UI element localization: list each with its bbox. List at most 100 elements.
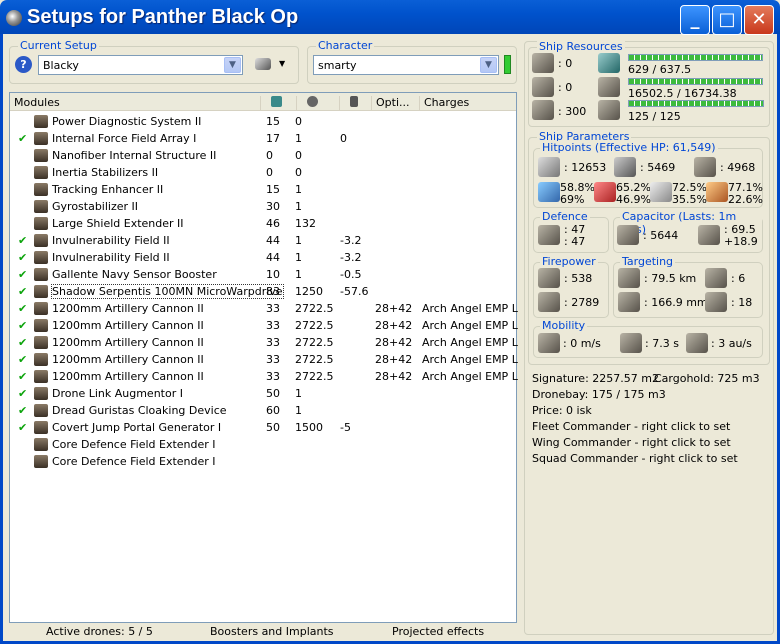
module-charge: Arch Angel EMP L xyxy=(422,336,518,349)
module-charge: Arch Angel EMP L xyxy=(422,353,518,366)
module-c2: 1 xyxy=(295,183,302,196)
character-label: Character xyxy=(316,39,375,52)
fleet-commander[interactable]: Fleet Commander - right click to set xyxy=(532,420,730,433)
module-c3: 0 xyxy=(340,132,347,145)
module-c1: 0 xyxy=(266,166,273,179)
module-c2: 1 xyxy=(295,200,302,213)
volley-icon xyxy=(538,292,560,312)
launcher-hardpoint-icon xyxy=(532,77,554,97)
active-check-icon[interactable]: ✔ xyxy=(18,132,27,145)
module-row[interactable]: ✔ Invulnerability Field II 44 1 -3.2 xyxy=(10,249,516,266)
module-opt: 28+42 xyxy=(375,302,413,315)
col-charges[interactable]: Charges xyxy=(419,96,516,110)
projected-effects-tab[interactable]: Projected effects xyxy=(392,625,484,641)
module-c1: 15 xyxy=(266,115,280,128)
active-check-icon[interactable]: ✔ xyxy=(18,336,27,349)
module-c1: 0 xyxy=(266,149,273,162)
explosive-armor-resist: 22.6% xyxy=(728,193,763,206)
active-check-icon[interactable]: ✔ xyxy=(18,251,27,264)
setup-menu-button[interactable]: ▼ xyxy=(255,57,287,73)
align-time: : 7.3 s xyxy=(645,337,679,350)
close-button[interactable]: ✕ xyxy=(744,5,774,35)
module-icon xyxy=(34,234,48,247)
module-name: Invulnerability Field II xyxy=(52,234,170,247)
module-c3: -5 xyxy=(340,421,351,434)
active-check-icon[interactable]: ✔ xyxy=(18,319,27,332)
active-check-icon[interactable]: ✔ xyxy=(18,404,27,417)
col-optimal[interactable]: Opti... xyxy=(371,96,419,110)
cpu-icon xyxy=(271,96,282,107)
module-c2: 1 xyxy=(295,387,302,400)
sensor-strength-icon xyxy=(705,292,727,312)
module-row[interactable]: ✔ 1200mm Artillery Cannon II 33 2722.5 28+42… xyxy=(10,300,518,317)
module-row[interactable]: ✔ Invulnerability Field II 44 1 -3.2 xyxy=(10,232,516,249)
module-icon xyxy=(34,132,48,145)
module-row[interactable]: ✔ 1200mm Artillery Cannon II 33 2722.5 28+42… xyxy=(10,351,518,368)
active-check-icon[interactable]: ✔ xyxy=(18,268,27,281)
module-row[interactable]: ✔ Dread Guristas Cloaking Device 60 1 xyxy=(10,402,516,419)
module-c1: 10 xyxy=(266,268,280,281)
module-row[interactable]: Tracking Enhancer II 15 1 xyxy=(10,181,516,198)
module-row[interactable]: ✔ Drone Link Augmentor I 50 1 xyxy=(10,385,516,402)
active-check-icon[interactable]: ✔ xyxy=(18,302,27,315)
col-power[interactable] xyxy=(296,96,339,110)
scan-resolution: : 166.9 mm xyxy=(644,296,708,309)
module-row[interactable]: ✔ 1200mm Artillery Cannon II 33 2722.5 28+42… xyxy=(10,368,518,385)
module-name: 1200mm Artillery Cannon II xyxy=(52,319,204,332)
active-check-icon[interactable]: ✔ xyxy=(18,234,27,247)
wing-commander[interactable]: Wing Commander - right click to set xyxy=(532,436,731,449)
module-row[interactable]: ✔ Gallente Navy Sensor Booster 10 1 -0.5 xyxy=(10,266,516,283)
module-row[interactable]: Power Diagnostic System II 15 0 xyxy=(10,113,516,130)
drone-bandwidth-bar xyxy=(628,100,764,107)
minimize-button[interactable]: _ xyxy=(680,5,710,35)
cap-recharge-icon xyxy=(698,225,720,245)
capacitor-icon xyxy=(617,225,639,245)
active-check-icon[interactable]: ✔ xyxy=(18,387,27,400)
active-check-icon[interactable]: ✔ xyxy=(18,370,27,383)
hitpoints-label: Hitpoints (Effective HP: 61,549) xyxy=(540,141,718,154)
module-row[interactable]: ✔ Internal Force Field Array I 17 1 0 xyxy=(10,130,516,147)
module-name: Gallente Navy Sensor Booster xyxy=(52,268,217,281)
active-check-icon[interactable]: ✔ xyxy=(18,285,27,298)
module-row[interactable]: Inertia Stabilizers II 0 0 xyxy=(10,164,516,181)
module-c1: 44 xyxy=(266,234,280,247)
module-c2: 132 xyxy=(295,217,316,230)
module-c1: 33 xyxy=(266,319,280,332)
module-name: 1200mm Artillery Cannon II xyxy=(52,370,204,383)
col-capacitor[interactable] xyxy=(339,96,371,110)
module-c2: 0 xyxy=(295,166,302,179)
module-row[interactable]: ✔ Covert Jump Portal Generator I 50 1500 -5 xyxy=(10,419,516,436)
module-charge: Arch Angel EMP L xyxy=(422,319,518,332)
col-modules[interactable]: Modules xyxy=(10,96,260,110)
module-row[interactable]: Core Defence Field Extender I xyxy=(10,453,516,470)
active-check-icon[interactable]: ✔ xyxy=(18,421,27,434)
defence-icon xyxy=(538,225,560,245)
turret-hardpoint-icon xyxy=(532,53,554,73)
cpu-value: 629 / 637.5 xyxy=(628,63,692,76)
character-value: smarty xyxy=(318,59,357,72)
active-check-icon[interactable]: ✔ xyxy=(18,353,27,366)
chevron-down-icon[interactable]: ▼ xyxy=(480,57,497,73)
maximize-button[interactable]: □ xyxy=(712,5,742,35)
setup-select[interactable]: Blacky ▼ xyxy=(38,55,243,75)
module-row[interactable]: ✔ 1200mm Artillery Cannon II 33 2722.5 28+42… xyxy=(10,317,518,334)
module-row[interactable]: ✔ Shadow Serpentis 100MN MicroWarpdrive 83… xyxy=(10,283,516,300)
module-row[interactable]: Core Defence Field Extender I xyxy=(10,436,516,453)
module-c2: 2722.5 xyxy=(295,302,334,315)
kinetic-armor-resist: 35.5% xyxy=(672,193,707,206)
character-select[interactable]: smarty ▼ xyxy=(313,55,499,75)
module-c1: 33 xyxy=(266,370,280,383)
module-row[interactable]: Large Shield Extender II 46 132 xyxy=(10,215,516,232)
squad-commander[interactable]: Squad Commander - right click to set xyxy=(532,452,738,465)
modules-list[interactable]: Modules Opti... Charges Power Diagnostic… xyxy=(9,92,518,623)
module-row[interactable]: Nanofiber Internal Structure II 0 0 xyxy=(10,147,516,164)
boosters-implants-tab[interactable]: Boosters and Implants xyxy=(210,625,334,641)
module-row[interactable]: ✔ 1200mm Artillery Cannon II 33 2722.5 28+42… xyxy=(10,334,518,351)
help-icon[interactable]: ? xyxy=(15,56,32,73)
launcher-slots: : 0 xyxy=(558,81,573,94)
col-cpu[interactable] xyxy=(260,96,296,110)
module-c2: 1250 xyxy=(295,285,323,298)
module-row[interactable]: Gyrostabilizer II 30 1 xyxy=(10,198,516,215)
chevron-down-icon[interactable]: ▼ xyxy=(224,57,241,73)
active-drones-status[interactable]: Active drones: 5 / 5 xyxy=(46,625,153,641)
